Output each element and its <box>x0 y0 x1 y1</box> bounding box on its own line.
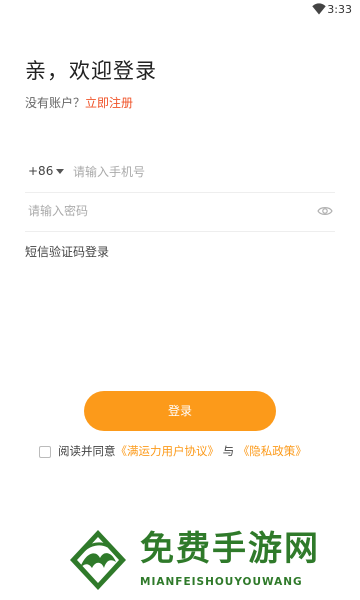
sms-login-link[interactable]: 短信验证码登录 <box>25 243 109 260</box>
login-button[interactable]: 登录 <box>84 391 276 431</box>
login-screen: 3:33 亲，欢迎登录 没有账户？立即注册 +86 短信验证码登录 登录 阅读并… <box>0 0 360 600</box>
agreement-row: 阅读并同意《满运力用户协议》 与 《隐私政策》 <box>39 443 339 459</box>
watermark: 免费手游网 MIANFEISHOUYOUWANG <box>60 526 360 600</box>
agreement-checkbox[interactable] <box>39 446 51 458</box>
agreement-connector: 与 <box>222 444 235 458</box>
eye-icon[interactable] <box>317 205 333 217</box>
status-time: 3:33 <box>327 3 352 16</box>
country-code-selector[interactable]: +86 <box>28 164 53 178</box>
agreement-prefix: 阅读并同意 <box>58 444 116 458</box>
password-divider <box>25 231 335 232</box>
agreement-text: 阅读并同意《满运力用户协议》 与 《隐私政策》 <box>58 443 307 459</box>
no-account-text: 没有账户？ <box>25 96 86 110</box>
register-prompt: 没有账户？立即注册 <box>25 94 133 111</box>
watermark-title: 免费手游网 <box>140 529 320 569</box>
phone-divider <box>25 192 335 193</box>
watermark-subtitle: MIANFEISHOUYOUWANG <box>140 576 303 588</box>
password-input[interactable] <box>28 203 298 219</box>
page-title: 亲，欢迎登录 <box>25 59 157 83</box>
phone-row: +86 <box>25 158 335 190</box>
user-agreement-link[interactable]: 《满运力用户协议》 <box>116 444 220 458</box>
watermark-logo-icon <box>70 530 126 590</box>
password-row <box>25 197 335 229</box>
chevron-down-icon[interactable] <box>56 169 64 174</box>
wifi-icon <box>312 3 326 15</box>
phone-input[interactable] <box>73 164 323 180</box>
register-link[interactable]: 立即注册 <box>85 96 133 110</box>
privacy-policy-link[interactable]: 《隐私政策》 <box>238 444 307 458</box>
status-bar: 3:33 <box>0 0 360 20</box>
